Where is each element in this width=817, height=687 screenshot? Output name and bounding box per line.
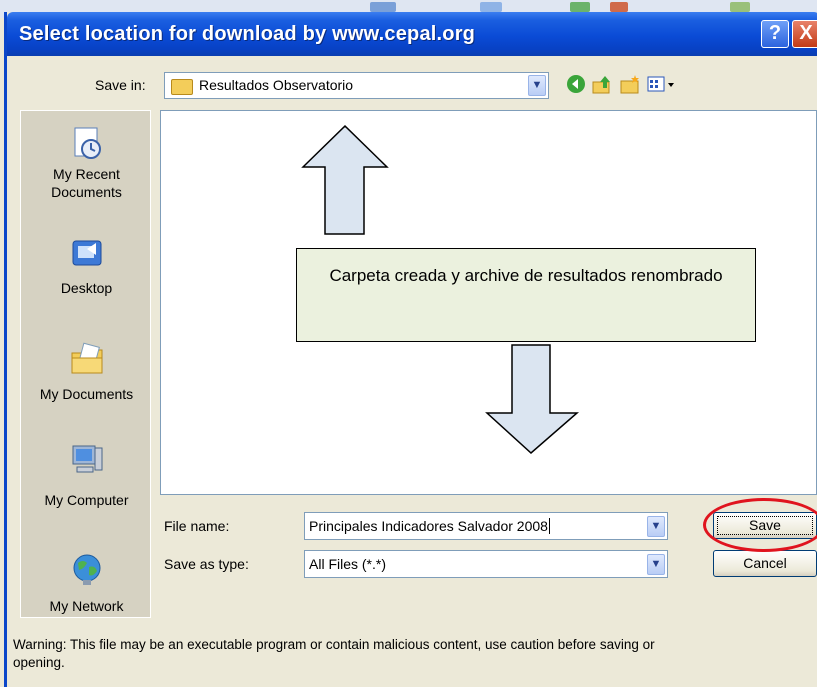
up-folder-icon[interactable]: [591, 74, 613, 96]
my-network-icon: [69, 551, 105, 587]
file-name-input[interactable]: Principales Indicadores Salvador 2008 ▼: [304, 512, 668, 540]
background-chip: [370, 2, 396, 12]
save-as-type-select[interactable]: All Files (*.*) ▼: [304, 550, 668, 578]
file-name-label: File name:: [164, 518, 230, 534]
help-button[interactable]: ?: [761, 20, 789, 48]
places-bar: My Recent Documents Desktop My Documents…: [20, 110, 151, 618]
text-caret: [548, 518, 550, 534]
save-as-type-label: Save as type:: [164, 556, 249, 572]
save-dialog: Select location for download by www.cepa…: [4, 12, 817, 687]
save-in-label: Save in:: [95, 77, 146, 93]
my-computer-icon: [69, 441, 105, 477]
view-menu-icon[interactable]: [647, 74, 677, 96]
title-bar[interactable]: Select location for download by www.cepa…: [7, 12, 817, 56]
new-folder-icon[interactable]: [619, 74, 641, 96]
annotation-arrow-up: [301, 124, 389, 235]
cancel-button[interactable]: Cancel: [713, 550, 817, 577]
save-in-value: Resultados Observatorio: [199, 77, 354, 93]
place-label: My Network: [49, 598, 124, 614]
annotation-note: Carpeta creada y archive de resultados r…: [296, 248, 756, 342]
annotation-arrow-down: [485, 344, 580, 455]
place-label: My Documents: [39, 386, 134, 402]
place-recent-documents[interactable]: My Recent Documents: [21, 125, 152, 201]
recent-documents-icon: [69, 125, 105, 161]
folder-icon: [171, 79, 193, 95]
background-chip: [610, 2, 628, 12]
place-my-network[interactable]: My Network: [21, 551, 152, 615]
place-my-computer[interactable]: My Computer: [21, 441, 152, 509]
back-icon[interactable]: [565, 74, 587, 96]
chevron-down-icon[interactable]: ▼: [647, 516, 665, 537]
my-documents-icon: [69, 341, 105, 377]
chevron-down-icon[interactable]: ▼: [528, 75, 546, 96]
place-label: My Recent Documents: [51, 166, 122, 200]
place-my-documents[interactable]: My Documents: [21, 341, 152, 403]
place-label: Desktop: [60, 280, 113, 296]
chevron-down-icon[interactable]: ▼: [647, 554, 665, 575]
desktop-icon: [69, 235, 105, 271]
save-as-type-value: All Files (*.*): [309, 556, 387, 572]
background-chip: [480, 2, 502, 12]
warning-text: Warning: This file may be an executable …: [13, 637, 655, 670]
save-highlight-circle: [703, 498, 817, 552]
file-name-value: Principales Indicadores Salvador 2008: [309, 518, 548, 534]
background-chip: [570, 2, 590, 12]
place-label: My Computer: [44, 492, 129, 508]
close-button[interactable]: X: [792, 20, 817, 48]
place-desktop[interactable]: Desktop: [21, 235, 152, 297]
dialog-title: Select location for download by www.cepa…: [19, 23, 476, 45]
background-chip: [730, 2, 750, 12]
save-in-combo[interactable]: Resultados Observatorio ▼: [164, 72, 549, 99]
